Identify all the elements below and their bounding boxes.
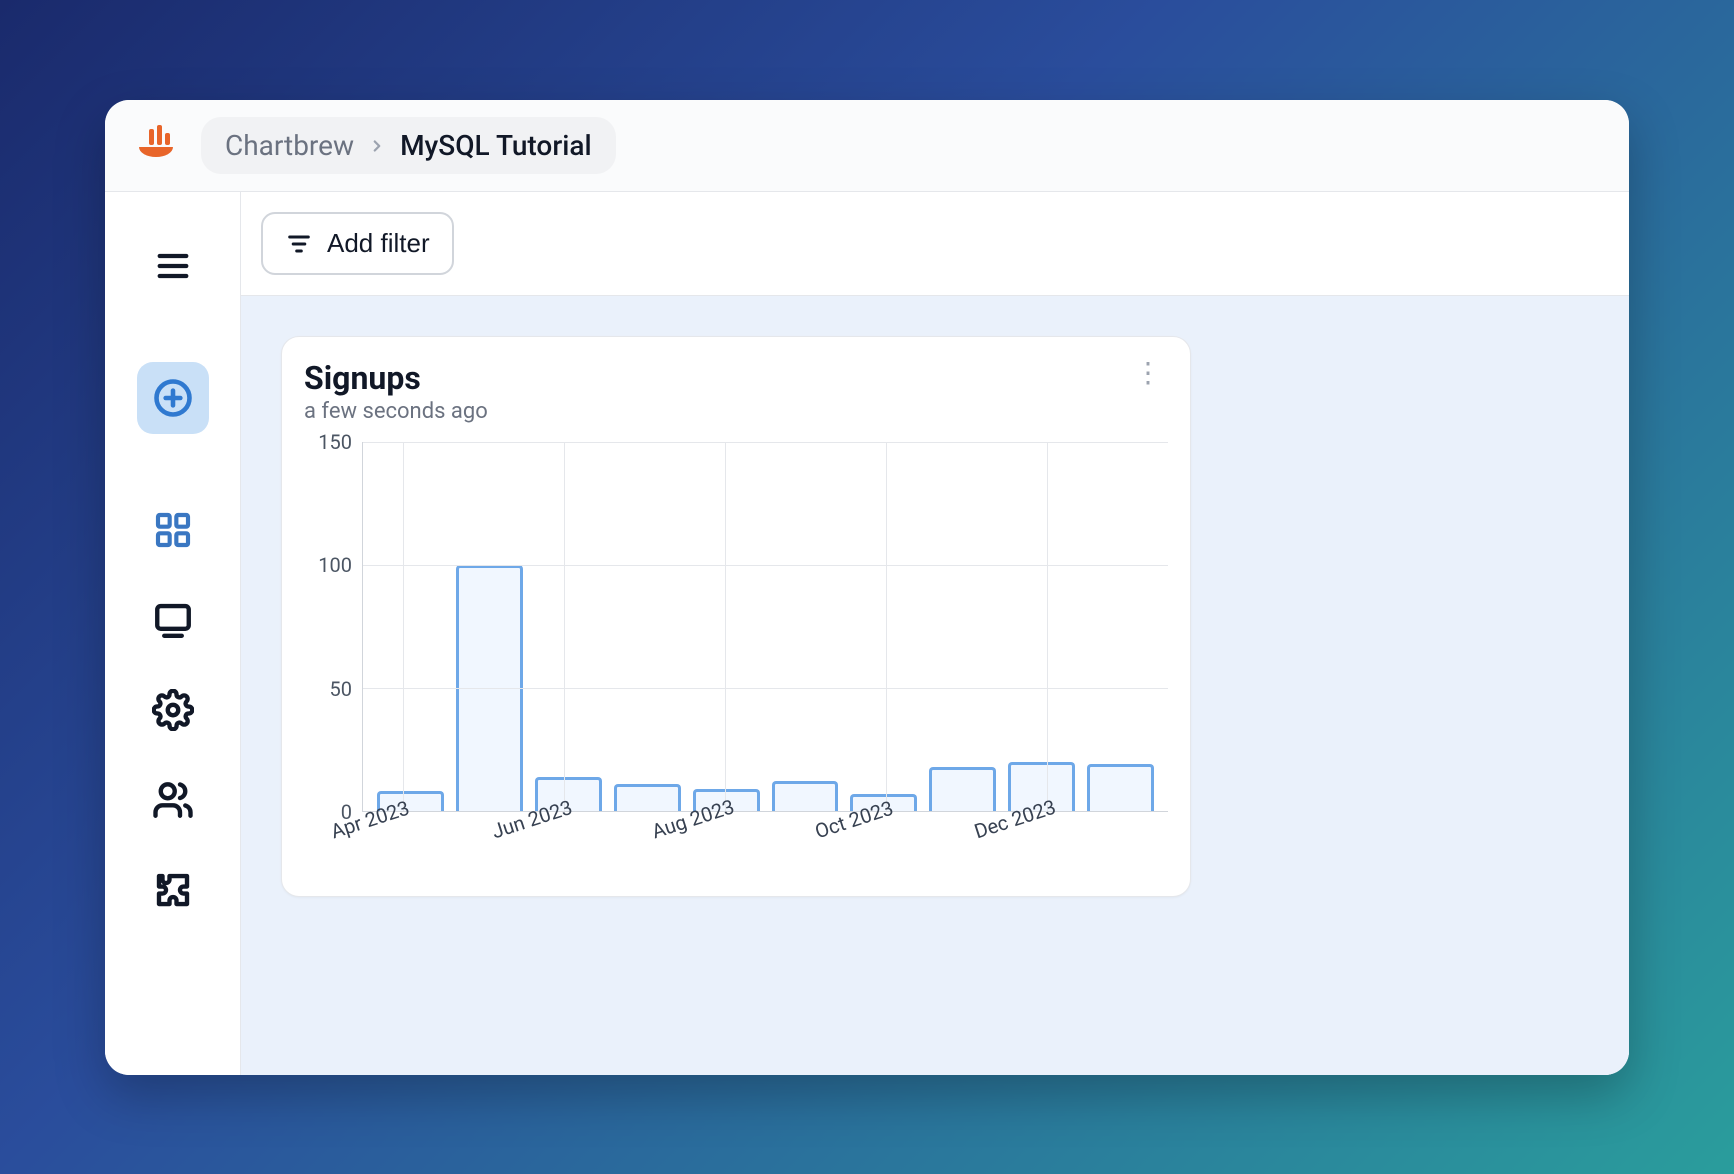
- card-header: Signups a few seconds ago ⋮: [304, 359, 1168, 424]
- logo[interactable]: [129, 119, 183, 173]
- plus-circle-icon: [151, 376, 195, 420]
- breadcrumb: Chartbrew MySQL Tutorial: [201, 117, 616, 174]
- x-axis: Apr 2023Jun 2023Aug 2023Oct 2023Dec 2023: [362, 812, 1168, 868]
- bar-slot: [1002, 442, 1081, 811]
- users-icon: [152, 779, 194, 821]
- bar-slot: [1081, 442, 1160, 811]
- gridline-vertical: [403, 442, 404, 811]
- topbar: Chartbrew MySQL Tutorial: [105, 100, 1629, 192]
- plot-area: [362, 442, 1168, 812]
- gridline-vertical: [1047, 442, 1048, 811]
- bar-slot: [450, 442, 529, 811]
- card-title: Signups: [304, 359, 488, 397]
- monitor-icon: [152, 599, 194, 641]
- sidebar-item-monitor[interactable]: [137, 584, 209, 656]
- breadcrumb-current: MySQL Tutorial: [400, 129, 592, 162]
- bar[interactable]: [772, 781, 839, 811]
- sidebar-item-add[interactable]: [137, 362, 209, 434]
- breadcrumb-root[interactable]: Chartbrew: [225, 129, 354, 162]
- main-row: Add filter Signups a few seconds ago ⋮: [105, 192, 1629, 1075]
- bar-slot: [608, 442, 687, 811]
- puzzle-icon: [152, 869, 194, 911]
- chart-area: 050100150: [304, 442, 1168, 812]
- bar-slot: [766, 442, 845, 811]
- card-subtitle: a few seconds ago: [304, 399, 488, 424]
- sidebar-item-settings[interactable]: [137, 674, 209, 746]
- sidebar-item-integrations[interactable]: [137, 854, 209, 926]
- chartbrew-logo-icon: [129, 119, 183, 173]
- sidebar: [105, 192, 241, 1075]
- bar[interactable]: [929, 767, 996, 811]
- content-area: Add filter Signups a few seconds ago ⋮: [241, 192, 1629, 1075]
- bar-slot: [844, 442, 923, 811]
- bar[interactable]: [1087, 764, 1154, 811]
- gridline-vertical: [564, 442, 565, 811]
- sidebar-item-team[interactable]: [137, 764, 209, 836]
- add-filter-button[interactable]: Add filter: [261, 212, 454, 275]
- add-filter-label: Add filter: [327, 228, 430, 259]
- y-tick: 100: [318, 553, 352, 577]
- bar-slot: [371, 442, 450, 811]
- bar[interactable]: [614, 784, 681, 811]
- grid-icon: [153, 510, 193, 550]
- y-tick: 150: [318, 430, 352, 454]
- more-vertical-icon: ⋮: [1134, 356, 1162, 389]
- sidebar-item-menu[interactable]: [137, 230, 209, 302]
- chevron-right-icon: [368, 137, 386, 155]
- card-menu-button[interactable]: ⋮: [1128, 359, 1168, 387]
- app-window: Chartbrew MySQL Tutorial: [105, 100, 1629, 1075]
- chart-card-signups: Signups a few seconds ago ⋮ 050100150: [281, 336, 1191, 897]
- bar-slot: [923, 442, 1002, 811]
- y-axis: 050100150: [304, 442, 362, 812]
- y-tick: 50: [330, 677, 352, 701]
- gridline-vertical: [886, 442, 887, 811]
- sidebar-item-dashboard[interactable]: [137, 494, 209, 566]
- bar-slot: [529, 442, 608, 811]
- menu-icon: [153, 246, 193, 286]
- filterbar: Add filter: [241, 192, 1629, 296]
- gear-icon: [152, 689, 194, 731]
- canvas: Signups a few seconds ago ⋮ 050100150: [241, 296, 1629, 1075]
- filter-icon: [285, 230, 313, 258]
- gridline-vertical: [725, 442, 726, 811]
